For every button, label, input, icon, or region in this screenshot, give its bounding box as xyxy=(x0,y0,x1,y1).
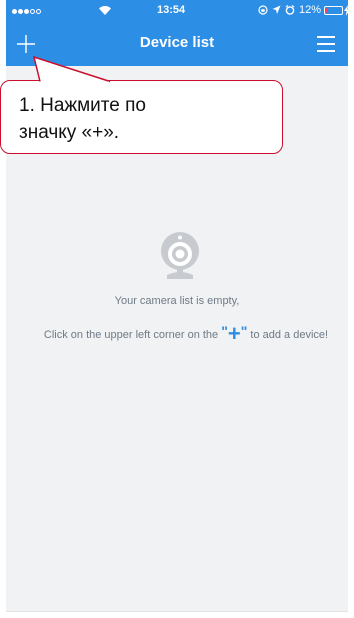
status-bar: 13:54 12% xyxy=(6,0,348,22)
navigation-bar: Device list xyxy=(6,22,348,66)
plus-icon xyxy=(17,35,35,53)
signal-strength-icon xyxy=(12,9,41,14)
header-bar: 13:54 12% Device list xyxy=(6,0,348,66)
callout-line-2: значку «+». xyxy=(19,122,120,143)
alarm-icon xyxy=(285,5,295,15)
location-icon xyxy=(272,5,281,14)
empty-list-message: Your camera list is empty, xyxy=(114,295,240,307)
hint-text-after: to add a device! xyxy=(247,329,329,341)
battery-level-fill xyxy=(326,8,328,13)
add-device-button[interactable] xyxy=(12,30,40,58)
hint-text-before: Click on the upper left corner on the xyxy=(43,329,222,341)
orientation-lock-icon xyxy=(258,5,268,15)
hint-plus-symbol: + xyxy=(227,321,241,346)
wifi-icon xyxy=(99,6,111,15)
instruction-callout: 1. Нажмите по значку «+». xyxy=(0,80,283,154)
battery-percent: 12% xyxy=(299,4,322,16)
battery-icon xyxy=(324,6,343,15)
camera-icon xyxy=(158,231,202,283)
add-device-hint: Click on the upper left corner on the "+… xyxy=(30,321,342,345)
menu-button[interactable] xyxy=(317,36,337,52)
status-time: 13:54 xyxy=(157,4,186,16)
callout-line-1: 1. Нажмите по xyxy=(19,95,146,116)
page-title: Device list xyxy=(139,34,215,51)
charging-bolt-icon xyxy=(344,5,348,16)
hint-quote-open: " xyxy=(221,323,228,339)
hamburger-menu-icon xyxy=(317,36,335,38)
